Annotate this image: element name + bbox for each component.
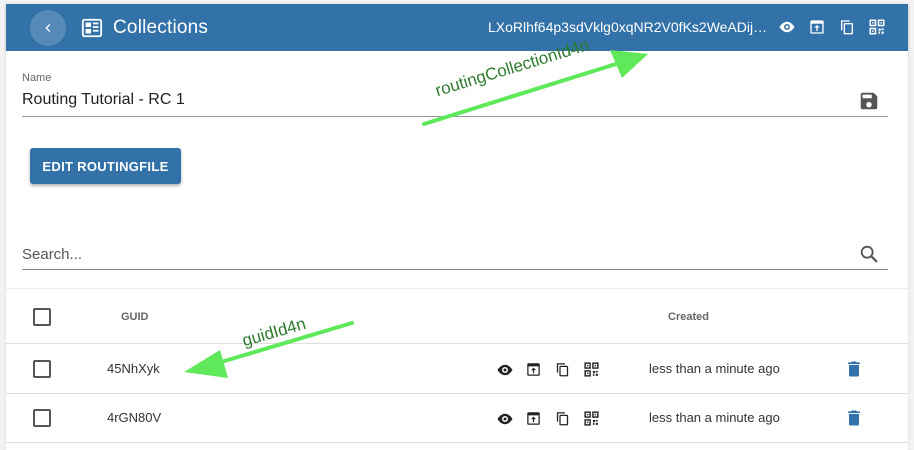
table-header: GUID Created — [6, 288, 908, 344]
row-checkbox[interactable] — [33, 360, 51, 378]
row-created: less than a minute ago — [649, 410, 780, 425]
search-input[interactable] — [22, 240, 888, 270]
open-in-new-icon[interactable] — [806, 16, 828, 38]
guid-header: GUID — [121, 311, 149, 323]
table-row: 45NhXyk less than a minute ago — [6, 345, 908, 394]
name-input[interactable]: Routing Tutorial - RC 1 — [22, 91, 185, 109]
open-in-new-icon[interactable] — [523, 359, 544, 380]
created-header: Created — [668, 311, 709, 323]
open-in-new-icon[interactable] — [523, 408, 544, 429]
table-row: 4rGN80V less than a minute ago — [6, 394, 908, 443]
save-icon[interactable] — [858, 90, 880, 112]
row-guid: 45NhXyk — [107, 361, 160, 376]
collection-icon — [81, 17, 103, 39]
trash-icon[interactable] — [844, 407, 864, 429]
name-underline — [22, 116, 888, 117]
select-all-checkbox[interactable] — [33, 308, 51, 326]
row-checkbox[interactable] — [33, 409, 51, 427]
eye-icon[interactable] — [494, 359, 515, 380]
copy-icon[interactable] — [552, 408, 573, 429]
edit-routingfile-button[interactable]: EDIT ROUTINGFILE — [30, 148, 181, 184]
qr-code-icon[interactable] — [866, 16, 888, 38]
row-guid: 4rGN80V — [107, 410, 162, 425]
eye-icon[interactable] — [776, 16, 798, 38]
app-bar: Collections LXoRlhf64p3sdVklg0xqNR2V0fKs… — [6, 4, 908, 51]
chevron-left-icon — [45, 23, 51, 32]
eye-icon[interactable] — [494, 408, 515, 429]
trash-icon[interactable] — [844, 358, 864, 380]
name-label: Name — [22, 72, 52, 84]
copy-icon[interactable] — [836, 16, 858, 38]
page-title: Collections — [113, 16, 209, 38]
qr-code-icon[interactable] — [581, 359, 602, 380]
main-card: Name Routing Tutorial - RC 1 EDIT ROUTIN… — [6, 51, 908, 450]
search-icon[interactable] — [858, 243, 880, 265]
copy-icon[interactable] — [552, 359, 573, 380]
back-button[interactable] — [30, 9, 66, 46]
row-created: less than a minute ago — [649, 361, 780, 376]
collection-id: LXoRlhf64p3sdVklg0xqNR2V0fKs2WeADijq... — [488, 19, 771, 35]
qr-code-icon[interactable] — [581, 408, 602, 429]
